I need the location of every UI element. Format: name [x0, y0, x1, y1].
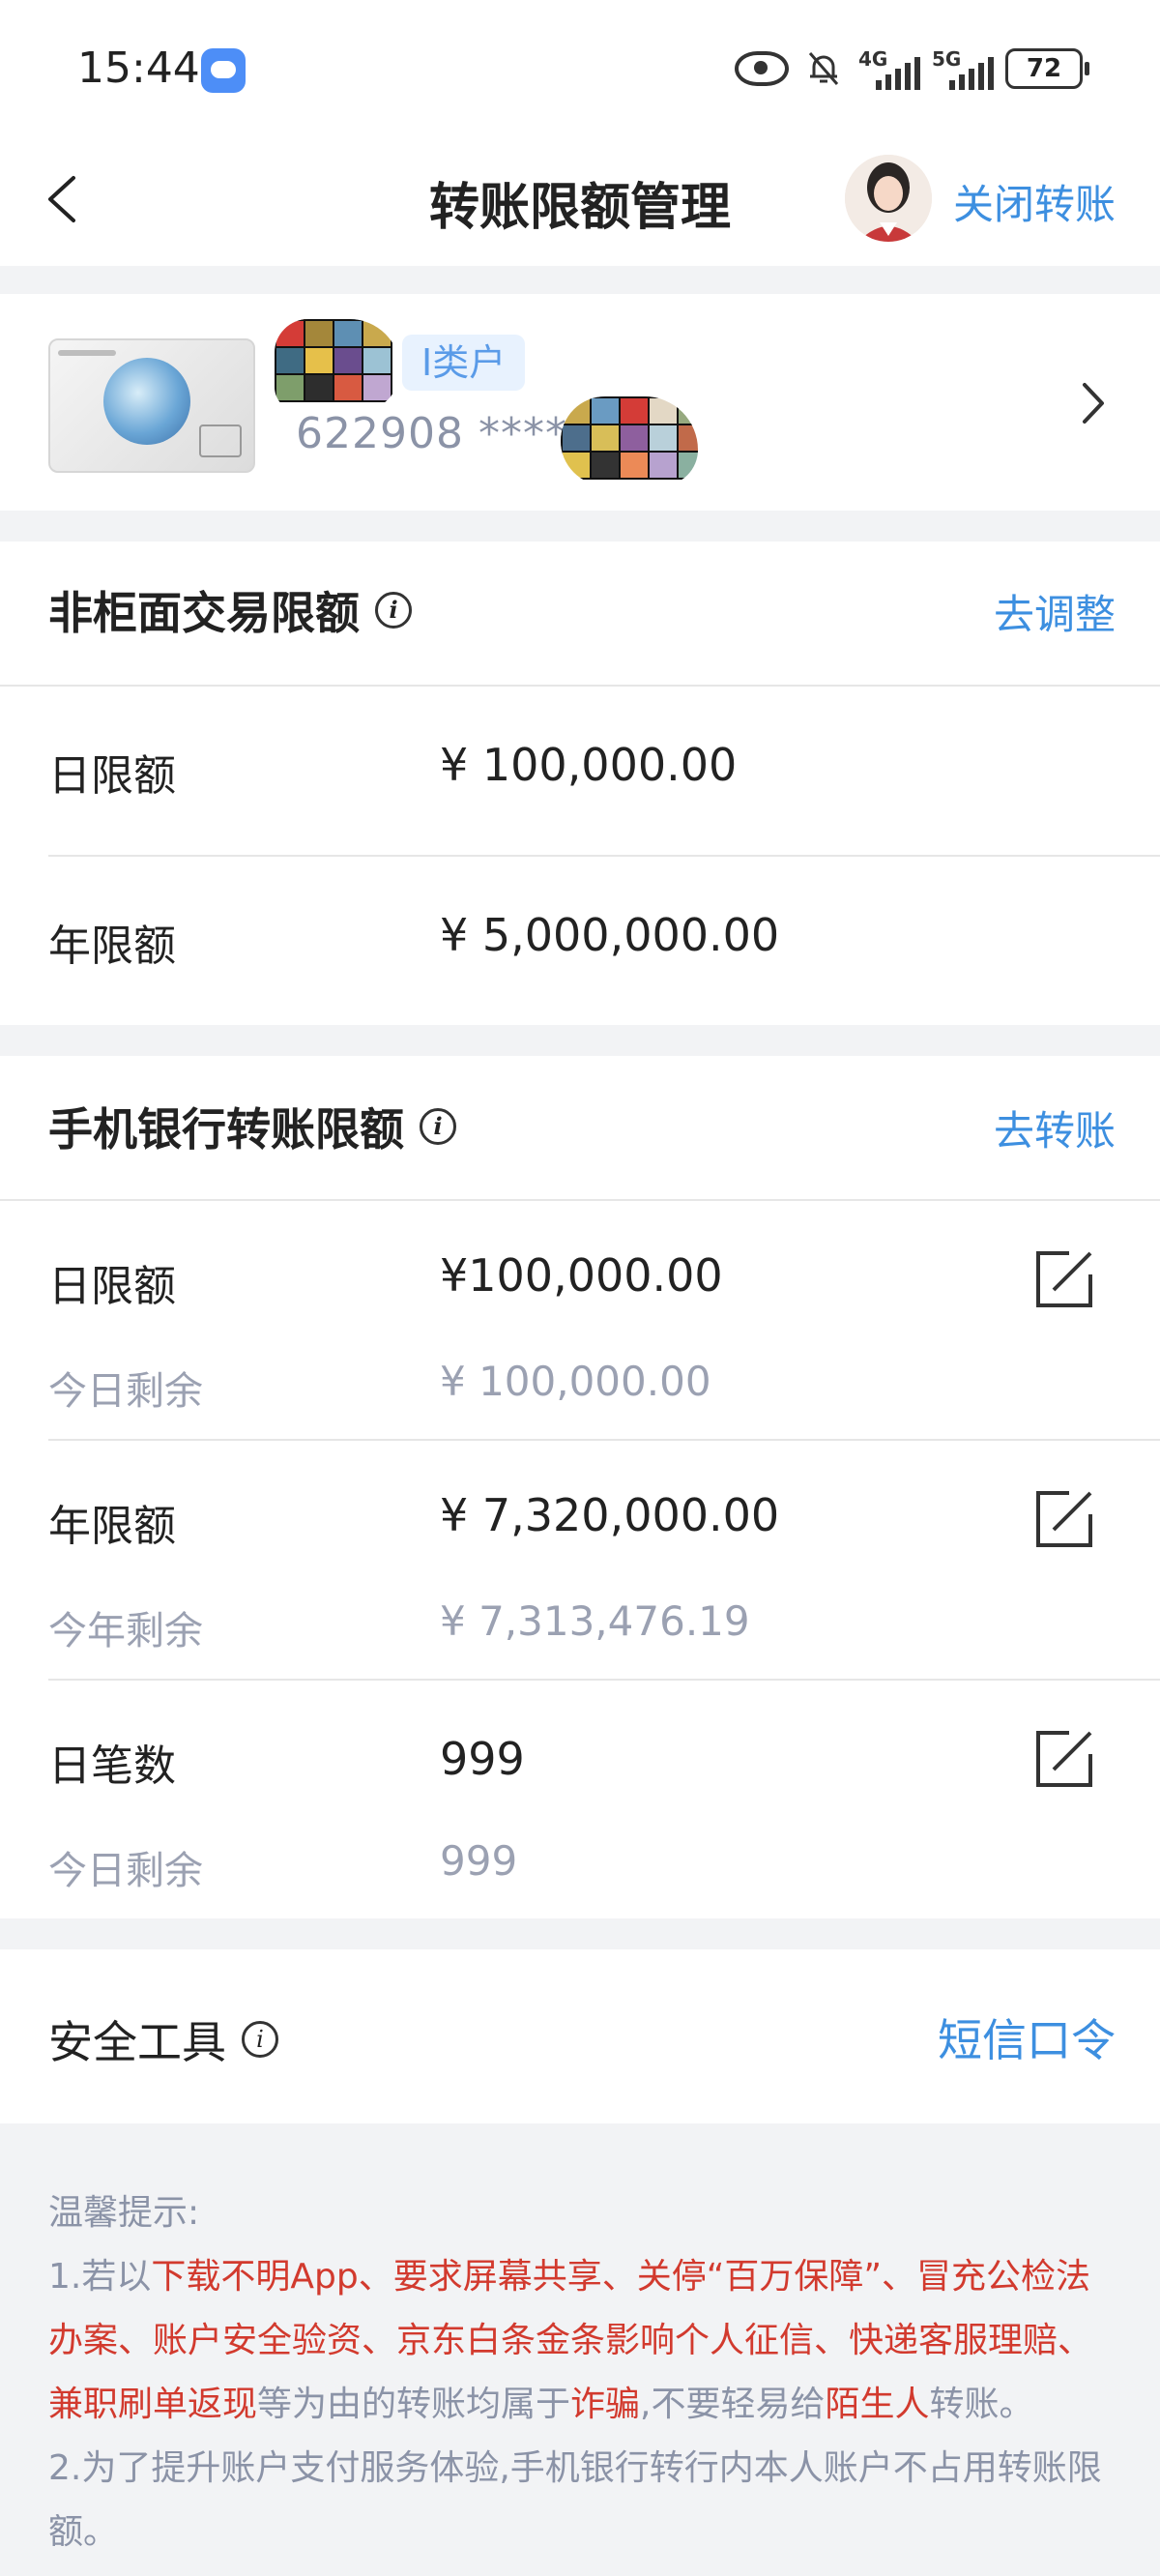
avatar-portrait-icon [845, 155, 932, 242]
daily-count-value: 999 [440, 1733, 525, 1785]
mobile-transfer-limit-title: 手机银行转账限额 i [48, 1095, 456, 1158]
info-icon[interactable]: i [420, 1108, 456, 1145]
divider [0, 685, 1160, 687]
close-transfer-link[interactable]: 关闭转账 [953, 172, 1116, 231]
tip-1: 1.若以下载不明App、要求屏幕共享、关停“百万保障”、冒充公检法办案、账户安全… [48, 2257, 1093, 2424]
year-remaining-label: 今年剩余 [48, 1609, 203, 1654]
eye-icon [735, 51, 789, 86]
divider [48, 1439, 1160, 1441]
chevron-right-icon[interactable] [1073, 379, 1112, 427]
card-number: 622908 **** [296, 409, 567, 458]
non-counter-limit-title: 非柜面交易限额 i [48, 578, 412, 642]
today-remaining-value: ¥ 100,000.00 [440, 1358, 711, 1405]
status-icons: 4G 5G 72 [735, 44, 1089, 93]
edit-icon[interactable] [1034, 1489, 1094, 1549]
today-remaining-count-value: 999 [440, 1837, 518, 1885]
redacted-name-mosaic [275, 319, 400, 412]
bank-card-image [48, 338, 255, 473]
go-transfer-link[interactable]: 去转账 [994, 1098, 1116, 1157]
sms-token-link[interactable]: 短信口令 [938, 2005, 1116, 2069]
signal-5g-icon: 5G [932, 47, 994, 90]
today-remaining-count-label: 今日剩余 [48, 1849, 203, 1893]
tips-block: 温馨提示: 1.若以下载不明App、要求屏幕共享、关停“百万保障”、冒充公检法办… [48, 2181, 1121, 2564]
daily-count-label: 日笔数 [48, 1742, 176, 1791]
status-time: 15:44 [77, 44, 200, 93]
bell-muted-icon [808, 52, 839, 85]
message-notification-icon [201, 48, 246, 93]
mobile-daily-limit-value: ¥100,000.00 [440, 1249, 723, 1302]
assistant-avatar[interactable] [845, 155, 932, 242]
yearly-limit-label: 年限额 [48, 922, 176, 971]
account-class-tag: I类户 [402, 335, 526, 391]
mobile-yearly-limit-label: 年限额 [48, 1502, 176, 1551]
tips-heading: 温馨提示: [48, 2193, 200, 2233]
divider [48, 1679, 1160, 1681]
signal-4g-icon: 4G [858, 47, 920, 90]
tip-2: 2.为了提升账户支付服务体验,手机银行转行内本人账户不占用转账限额。 [48, 2448, 1102, 2552]
edit-icon[interactable] [1034, 1249, 1094, 1309]
daily-limit-value: ¥ 100,000.00 [440, 739, 738, 791]
divider [48, 855, 1160, 857]
today-remaining-label: 今日剩余 [48, 1369, 203, 1414]
mobile-yearly-limit-value: ¥ 7,320,000.00 [440, 1489, 780, 1541]
info-icon[interactable]: i [242, 2021, 278, 2058]
edit-icon[interactable] [1034, 1729, 1094, 1789]
daily-limit-label: 日限额 [48, 751, 176, 801]
divider [0, 1199, 1160, 1201]
battery-icon: 72 [1005, 48, 1089, 89]
redacted-number-mosaic [561, 396, 698, 485]
year-remaining-value: ¥ 7,313,476.19 [440, 1597, 750, 1645]
security-tools-title: 安全工具 i [48, 2007, 278, 2071]
yearly-limit-value: ¥ 5,000,000.00 [440, 909, 780, 961]
mobile-daily-limit-label: 日限额 [48, 1262, 176, 1311]
adjust-limit-link[interactable]: 去调整 [994, 582, 1116, 641]
info-icon[interactable]: i [375, 592, 412, 629]
